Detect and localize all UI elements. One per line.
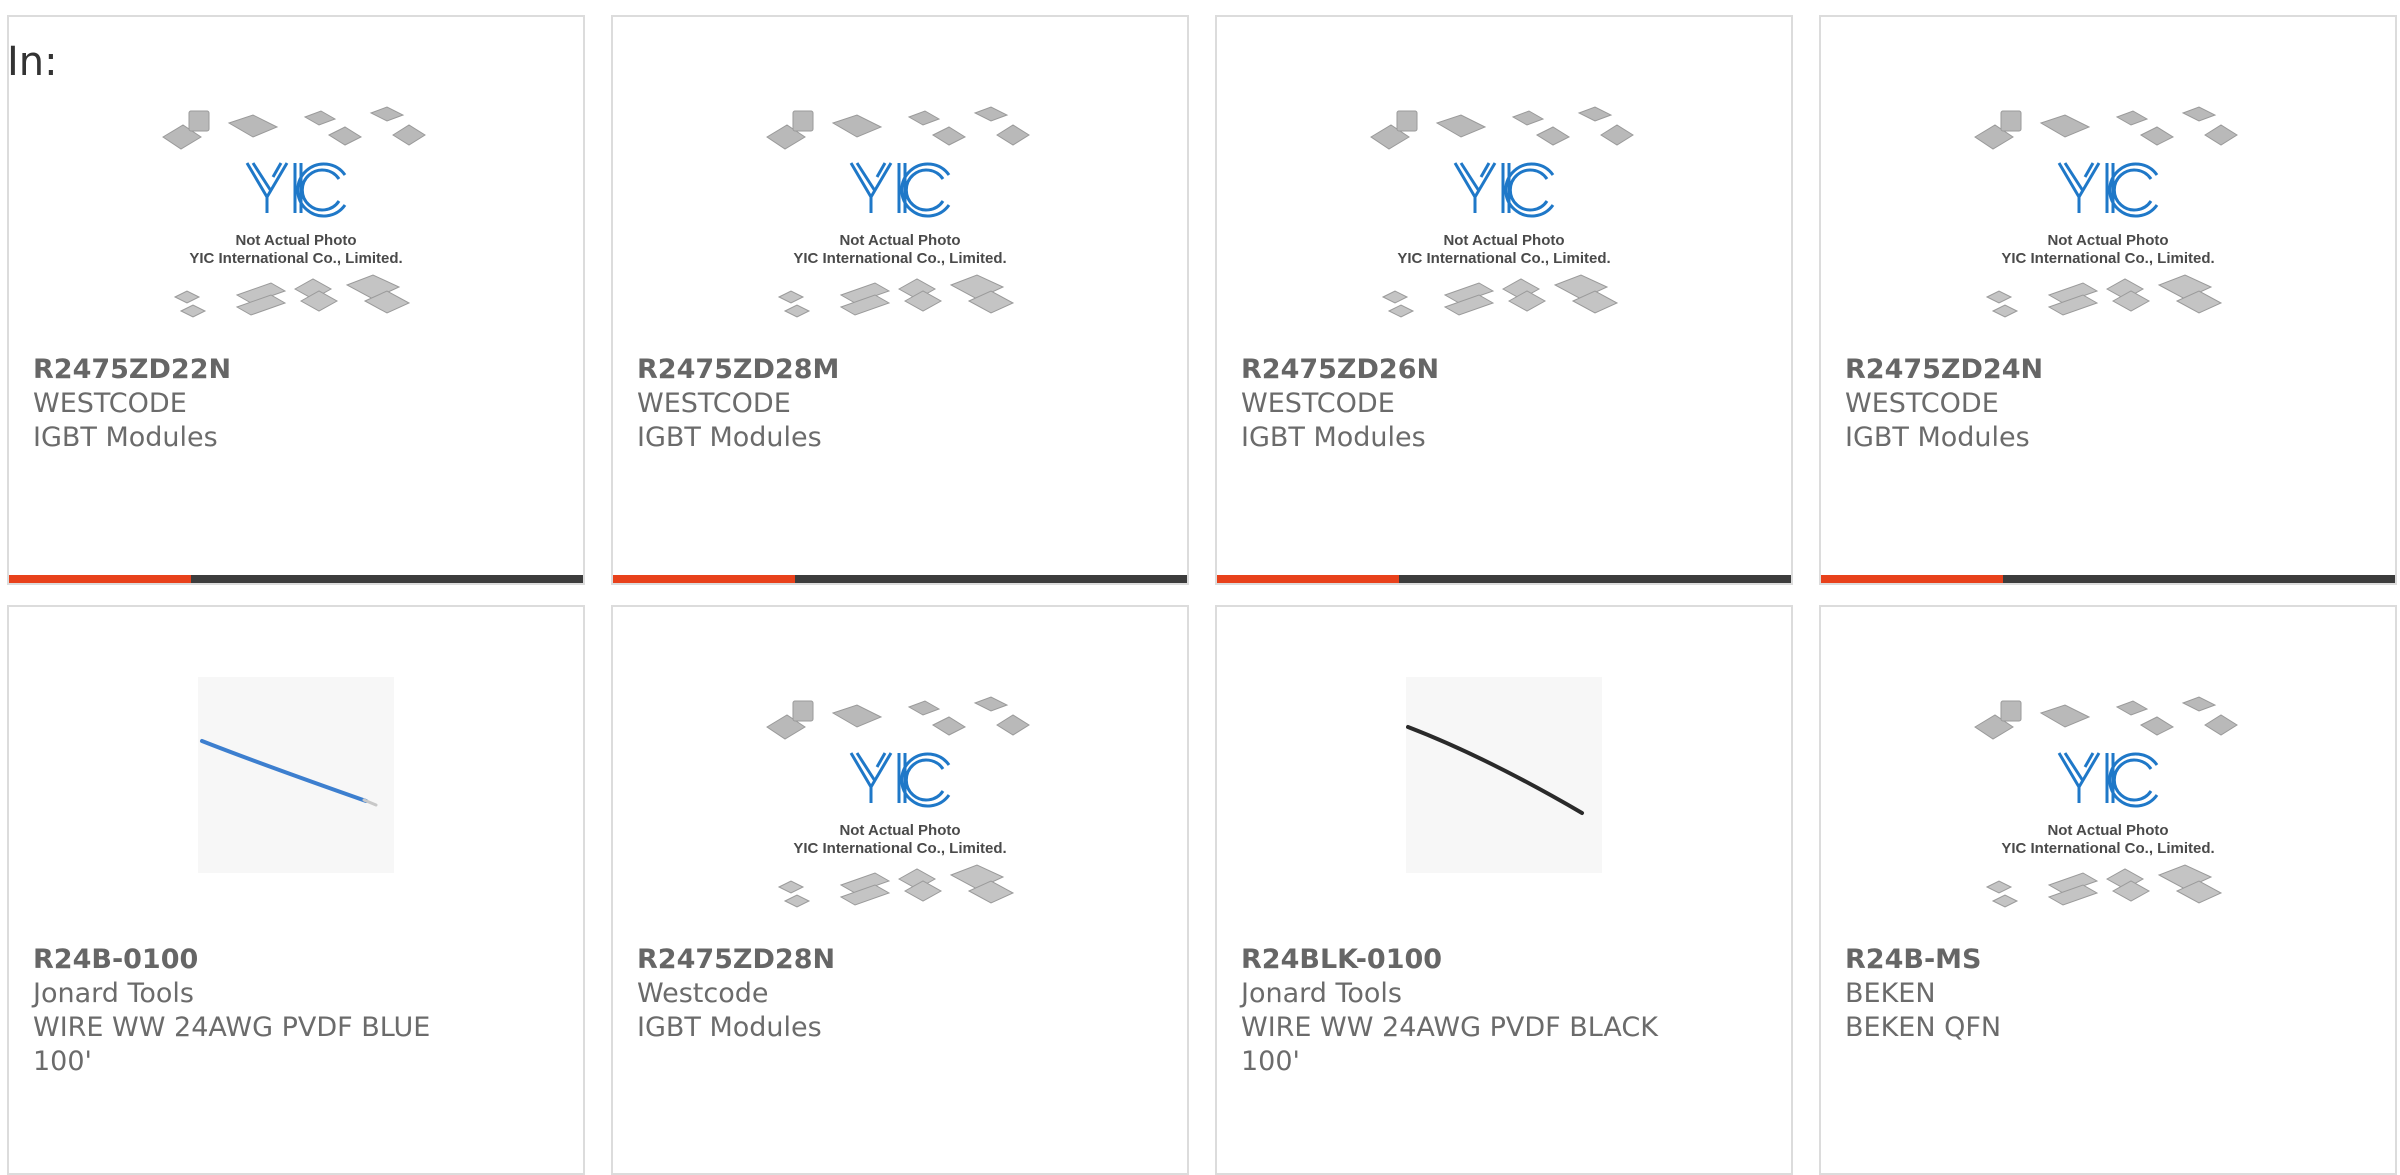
watermark-line1: Not Actual Photo [235, 232, 356, 249]
placeholder-photo-icon: Not Actual Photo YIC International Co., … [1370, 106, 1634, 318]
wire-blue-image [198, 677, 394, 873]
part-number[interactable]: R2475ZD26N [1241, 353, 1771, 387]
product-info: R24BLK-0100 Jonard Tools WIRE WW 24AWG P… [1241, 943, 1771, 1079]
placeholder-photo-icon: Not Actual Photo YIC International Co., … [1974, 106, 2238, 318]
watermark-line2: YIC International Co., Limited. [2001, 250, 2214, 267]
product-card[interactable]: Not Actual Photo YIC International Co., … [7, 15, 585, 585]
watermark-line2: YIC International Co., Limited. [1397, 250, 1610, 267]
description: IGBT Modules [637, 1012, 822, 1043]
product-card[interactable]: R24BLK-0100 Jonard Tools WIRE WW 24AWG P… [1215, 605, 1793, 1175]
product-card[interactable]: Not Actual Photo YIC International Co., … [611, 15, 1189, 585]
part-number[interactable]: R2475ZD28N [637, 943, 1167, 977]
description: IGBT Modules [637, 422, 822, 453]
card-footer-bar [613, 575, 1187, 583]
filter-label: In: [7, 39, 58, 85]
card-footer-bar [1217, 575, 1791, 583]
watermark-line1: Not Actual Photo [1443, 232, 1564, 249]
description: IGBT Modules [1845, 422, 2030, 453]
card-footer-bar [1821, 575, 2395, 583]
product-info: R2475ZD28N Westcode IGBT Modules [637, 943, 1167, 1045]
manufacturer: Jonard Tools [1241, 978, 1402, 1009]
manufacturer: WESTCODE [1845, 388, 1999, 419]
description: BEKEN QFN [1845, 1012, 2002, 1043]
part-number[interactable]: R24B-0100 [33, 943, 563, 977]
manufacturer: Jonard Tools [33, 978, 194, 1009]
part-number[interactable]: R2475ZD22N [33, 353, 563, 387]
description: IGBT Modules [33, 422, 218, 453]
watermark-line2: YIC International Co., Limited. [189, 250, 402, 267]
watermark-line1: Not Actual Photo [2047, 822, 2168, 839]
part-number[interactable]: R24B-MS [1845, 943, 2375, 977]
manufacturer: WESTCODE [637, 388, 791, 419]
card-accent [1217, 575, 1399, 583]
product-card[interactable]: Not Actual Photo YIC International Co., … [1819, 605, 2397, 1175]
card-accent [9, 575, 191, 583]
product-card[interactable]: Not Actual Photo YIC International Co., … [611, 605, 1189, 1175]
part-number[interactable]: R24BLK-0100 [1241, 943, 1771, 977]
product-info: R2475ZD26N WESTCODE IGBT Modules [1241, 353, 1771, 455]
manufacturer: WESTCODE [33, 388, 187, 419]
watermark-line1: Not Actual Photo [2047, 232, 2168, 249]
watermark-line1: Not Actual Photo [839, 822, 960, 839]
product-info: R24B-MS BEKEN BEKEN QFN [1845, 943, 2375, 1045]
description: IGBT Modules [1241, 422, 1426, 453]
card-footer-bar [9, 575, 583, 583]
product-card[interactable]: Not Actual Photo YIC International Co., … [1215, 15, 1793, 585]
product-info: R24B-0100 Jonard Tools WIRE WW 24AWG PVD… [33, 943, 563, 1079]
watermark-line2: YIC International Co., Limited. [2001, 840, 2214, 857]
wire-black-image [1406, 677, 1602, 873]
product-card[interactable]: Not Actual Photo YIC International Co., … [1819, 15, 2397, 585]
watermark-line2: YIC International Co., Limited. [793, 250, 1006, 267]
manufacturer: Westcode [637, 978, 769, 1009]
manufacturer: WESTCODE [1241, 388, 1395, 419]
card-accent [1821, 575, 2003, 583]
placeholder-photo-icon: Not Actual Photo YIC International Co., … [162, 106, 426, 318]
placeholder-photo-icon: Not Actual Photo YIC International Co., … [766, 696, 1030, 908]
placeholder-photo-icon: Not Actual Photo YIC International Co., … [766, 106, 1030, 318]
description: WIRE WW 24AWG PVDF BLACK 100' [1241, 1012, 1658, 1077]
product-card[interactable]: R24B-0100 Jonard Tools WIRE WW 24AWG PVD… [7, 605, 585, 1175]
product-grid: Not Actual Photo YIC International Co., … [7, 15, 2400, 1175]
description: WIRE WW 24AWG PVDF BLUE 100' [33, 1012, 431, 1077]
product-info: R2475ZD24N WESTCODE IGBT Modules [1845, 353, 2375, 455]
part-number[interactable]: R2475ZD24N [1845, 353, 2375, 387]
watermark-line2: YIC International Co., Limited. [793, 840, 1006, 857]
product-info: R2475ZD28M WESTCODE IGBT Modules [637, 353, 1167, 455]
watermark-line1: Not Actual Photo [839, 232, 960, 249]
placeholder-photo-icon: Not Actual Photo YIC International Co., … [1974, 696, 2238, 908]
manufacturer: BEKEN [1845, 978, 1936, 1009]
card-accent [613, 575, 795, 583]
part-number[interactable]: R2475ZD28M [637, 353, 1167, 387]
product-info: R2475ZD22N WESTCODE IGBT Modules [33, 353, 563, 455]
